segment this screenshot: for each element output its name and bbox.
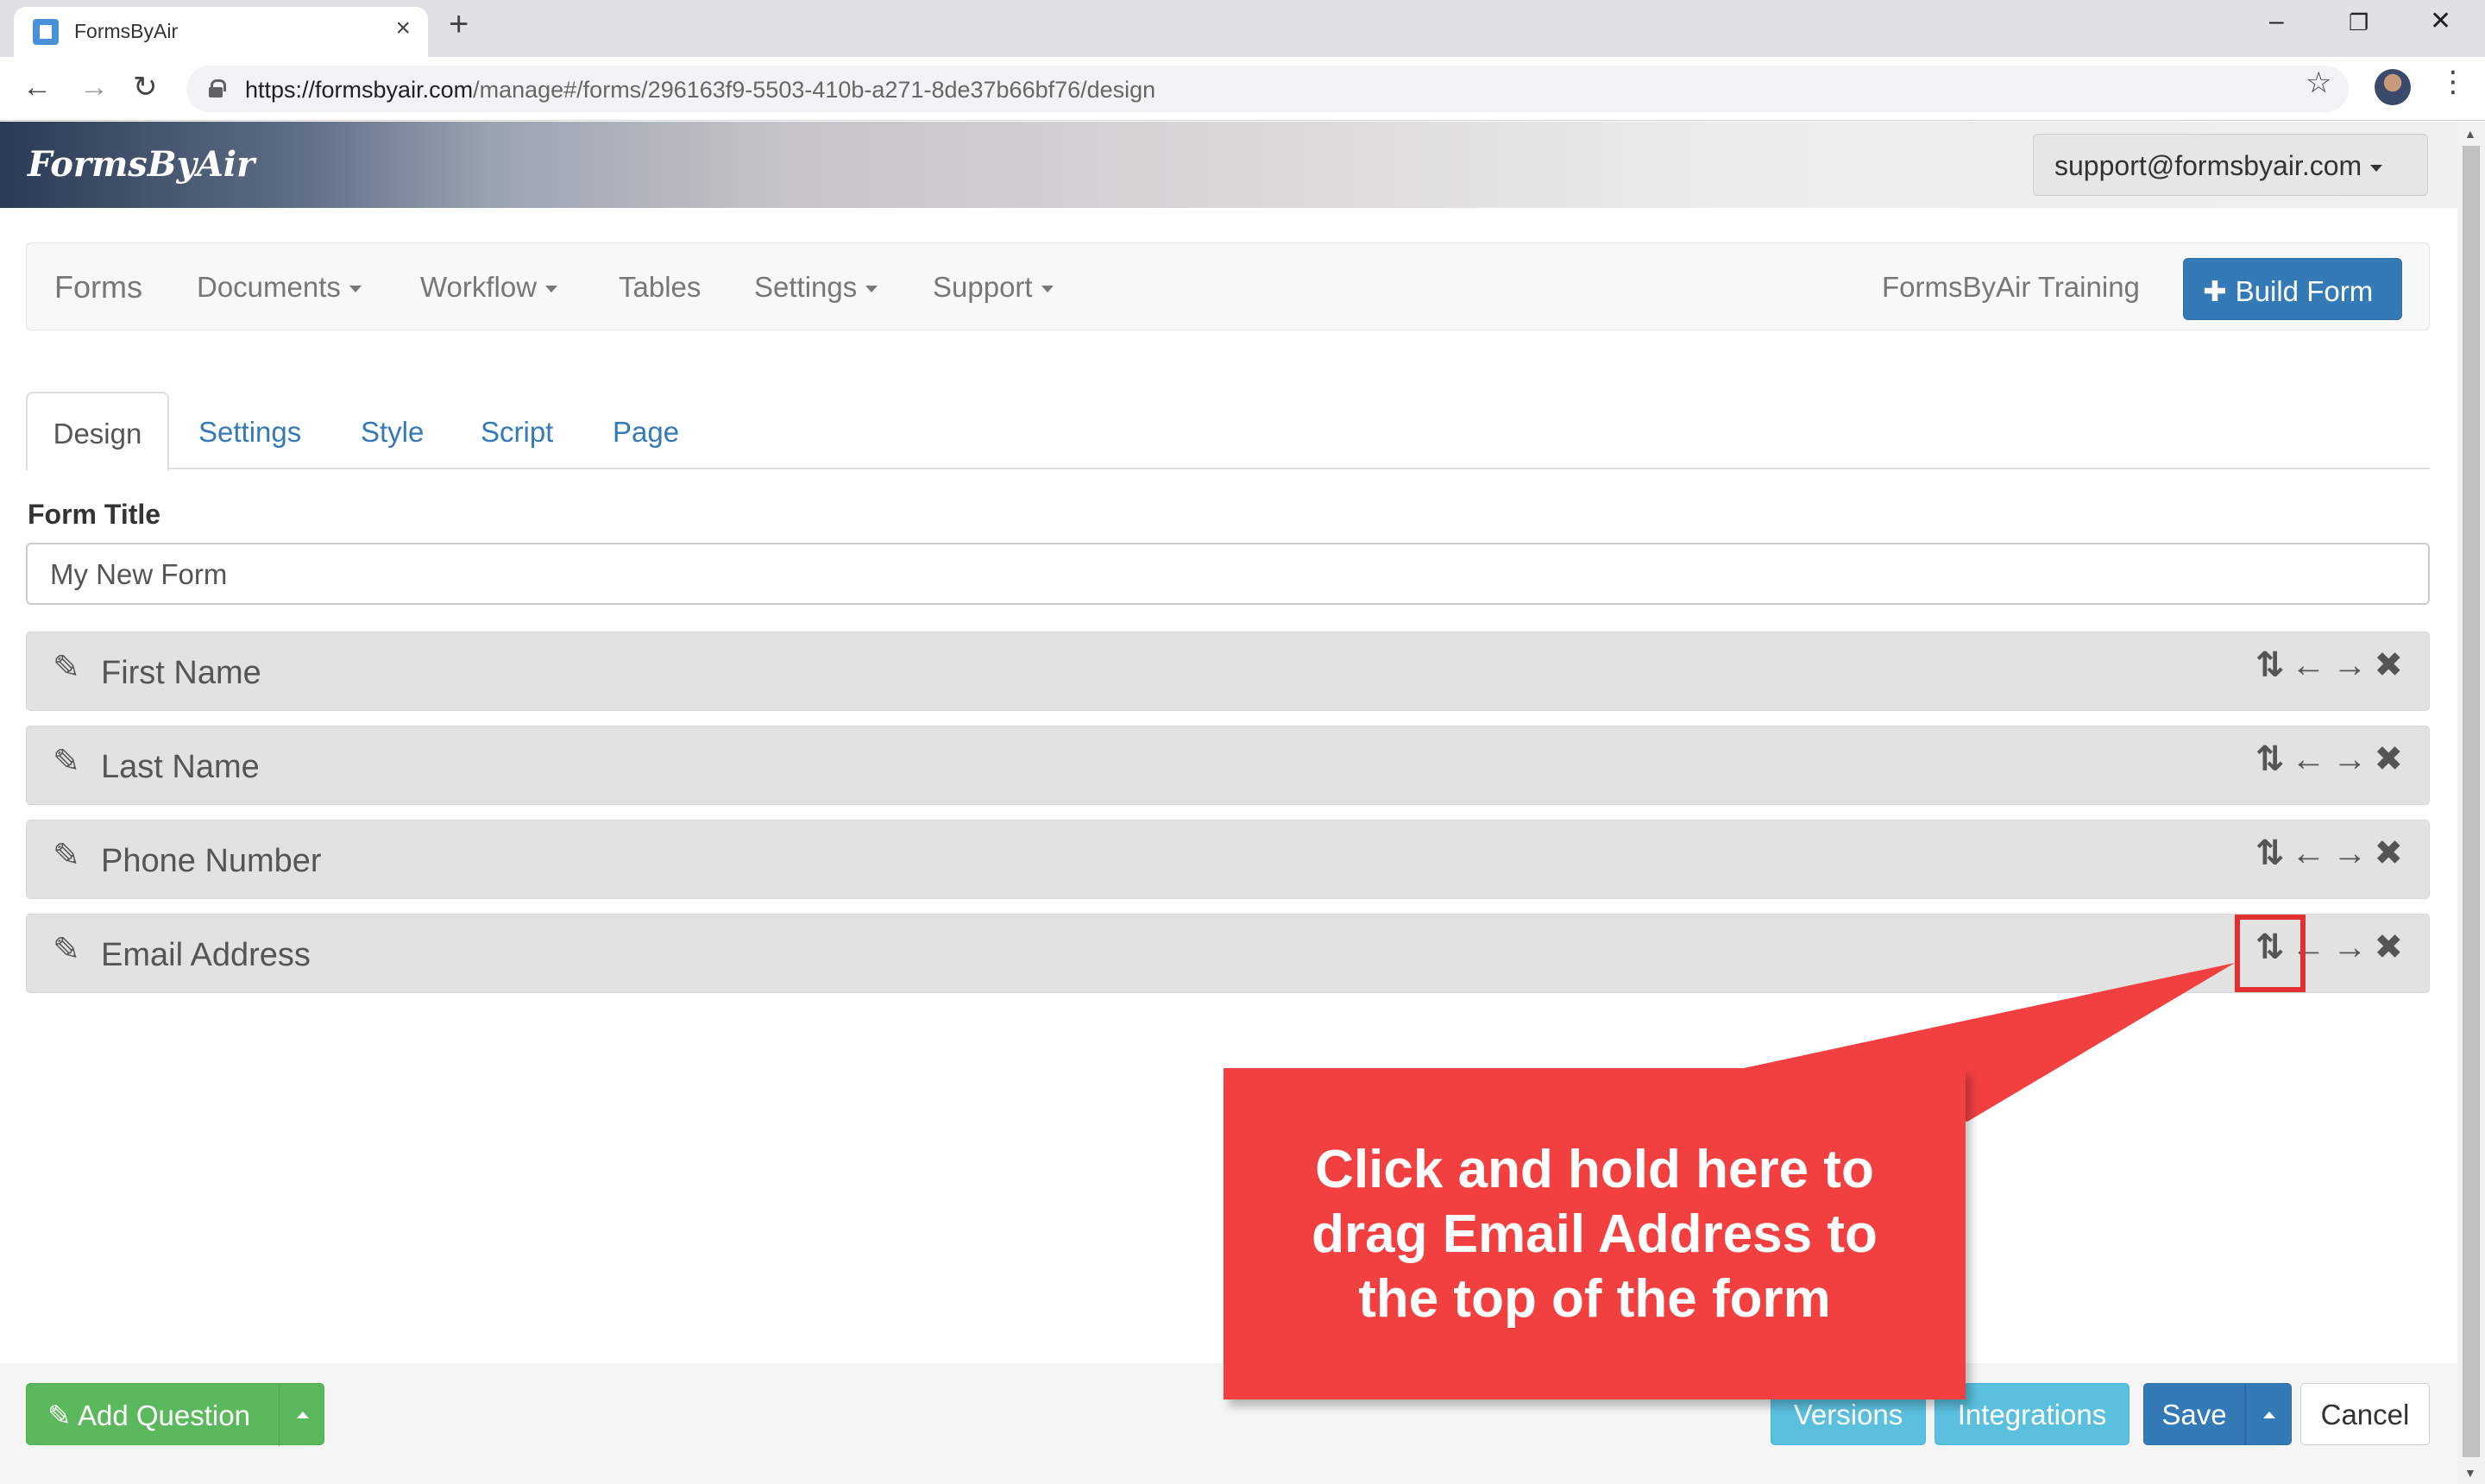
org-name[interactable]: FormsByAir Training — [1882, 271, 2140, 304]
add-question-dropdown[interactable] — [279, 1384, 325, 1446]
question-label: First Name — [101, 655, 261, 691]
address-bar[interactable]: https://formsbyair.com/manage#/forms/296… — [186, 66, 2349, 112]
profile-avatar[interactable] — [2375, 69, 2411, 105]
question-actions: ⇅ ← → ✖ — [2249, 836, 2403, 871]
minimize-icon[interactable]: – — [2269, 9, 2284, 35]
caret-down-icon — [865, 286, 878, 293]
back-icon[interactable]: ← — [22, 72, 52, 102]
forward-icon[interactable]: → — [79, 72, 109, 102]
question-row[interactable]: ✎ First Name ⇅ ← → ✖ — [26, 632, 2430, 711]
pencil-icon[interactable]: ✎ — [53, 745, 80, 778]
main-navbar: Forms Documents Workflow Tables Settings… — [26, 242, 2430, 330]
arrow-left-icon[interactable]: ← — [2291, 646, 2325, 684]
arrow-right-icon[interactable]: → — [2332, 646, 2367, 684]
build-form-label: Build Form — [2235, 275, 2374, 307]
pencil-icon[interactable]: ✎ — [53, 839, 80, 872]
arrow-left-icon[interactable]: ← — [2291, 740, 2325, 778]
cancel-button[interactable]: Cancel — [2300, 1383, 2430, 1445]
browser-menu-icon[interactable]: ⋮ — [2438, 67, 2468, 97]
pencil-icon[interactable]: ✎ — [53, 934, 80, 966]
lock-icon — [209, 79, 226, 97]
caret-down-icon — [545, 286, 558, 293]
save-dropdown[interactable] — [2245, 1383, 2292, 1445]
tab-style[interactable]: Style — [361, 392, 424, 469]
arrow-left-icon[interactable]: ← — [2291, 834, 2325, 872]
tab-script[interactable]: Script — [481, 392, 553, 469]
bookmark-star-icon[interactable]: ☆ — [2306, 66, 2331, 100]
account-email: support@formsbyair.com — [2054, 150, 2362, 181]
caret-up-icon — [297, 1412, 309, 1418]
browser-toolbar: ← → ↻ https://formsbyair.com/manage#/for… — [0, 57, 2485, 121]
app-logo[interactable]: FormsByAir — [28, 144, 255, 185]
remove-icon[interactable]: ✖ — [2374, 740, 2403, 778]
callout-line: drag Email Address to — [1312, 1204, 1878, 1264]
scrollbar-thumb[interactable] — [2463, 146, 2480, 1457]
url-text: https://formsbyair.com/manage#/forms/296… — [245, 77, 1156, 103]
arrow-right-icon[interactable]: → — [2332, 740, 2367, 778]
drag-handle-highlight — [2235, 915, 2306, 992]
remove-icon[interactable]: ✖ — [2374, 646, 2403, 684]
tab-design[interactable]: Design — [26, 392, 169, 471]
browser-tab[interactable]: FormsByAir × — [14, 7, 428, 57]
remove-icon[interactable]: ✖ — [2374, 928, 2403, 966]
reload-icon[interactable]: ↻ — [133, 72, 158, 102]
arrow-right-icon[interactable]: → — [2332, 928, 2367, 966]
caret-up-icon — [2263, 1412, 2275, 1418]
plus-icon: ✚ — [2203, 275, 2227, 307]
page-scrollbar[interactable]: ▲ ▼ — [2457, 122, 2485, 1484]
formsbyair-favicon-icon — [33, 19, 59, 45]
nav-support[interactable]: Support — [933, 271, 1054, 304]
callout-line: Click and hold here to — [1315, 1140, 1874, 1199]
form-title-input[interactable]: My New Form — [26, 543, 2430, 605]
form-tabs: Design Settings Style Script Page — [26, 392, 2430, 471]
caret-down-icon — [349, 286, 362, 293]
question-label: Phone Number — [101, 843, 322, 879]
arrow-right-icon[interactable]: → — [2332, 834, 2367, 872]
question-actions: ⇅ ← → ✖ — [2249, 742, 2403, 777]
move-vertical-icon[interactable]: ⇅ — [2255, 740, 2285, 778]
restore-icon[interactable]: ❐ — [2349, 11, 2369, 34]
move-vertical-icon[interactable]: ⇅ — [2255, 646, 2285, 684]
caret-down-icon — [2370, 164, 2383, 172]
question-row[interactable]: ✎ Last Name ⇅ ← → ✖ — [26, 726, 2430, 805]
callout-line: the top of the form — [1358, 1269, 1831, 1329]
add-question-button[interactable]: ✎ Add Question — [26, 1383, 325, 1446]
scroll-down-icon[interactable]: ▼ — [2464, 1466, 2476, 1480]
instruction-callout: Click and hold here to drag Email Addres… — [1224, 1068, 1966, 1399]
scroll-up-icon[interactable]: ▲ — [2464, 127, 2476, 141]
nav-settings[interactable]: Settings — [754, 271, 878, 304]
browser-tabstrip: FormsByAir × + – ❐ ✕ — [0, 0, 2485, 57]
form-title-label: Form Title — [28, 499, 161, 530]
tab-page[interactable]: Page — [613, 392, 679, 469]
build-form-button[interactable]: ✚ Build Form — [2183, 258, 2402, 320]
close-tab-icon[interactable]: × — [395, 16, 411, 41]
question-row[interactable]: ✎ Email Address ⇅ ← → ✖ — [26, 914, 2430, 993]
tab-settings[interactable]: Settings — [198, 392, 301, 469]
window-close-icon[interactable]: ✕ — [2430, 9, 2451, 35]
save-button[interactable]: Save — [2143, 1383, 2245, 1445]
nav-documents[interactable]: Documents — [197, 271, 362, 304]
move-vertical-icon[interactable]: ⇅ — [2255, 834, 2285, 872]
remove-icon[interactable]: ✖ — [2374, 834, 2403, 872]
question-label: Email Address — [101, 937, 311, 973]
nav-workflow[interactable]: Workflow — [420, 271, 558, 304]
account-dropdown[interactable]: support@formsbyair.com — [2033, 134, 2428, 196]
question-label: Last Name — [101, 749, 260, 785]
caret-down-icon — [1041, 286, 1054, 293]
add-question-label: ✎ Add Question — [47, 1399, 250, 1431]
new-tab-icon[interactable]: + — [449, 7, 469, 41]
question-row[interactable]: ✎ Phone Number ⇅ ← → ✖ — [26, 820, 2430, 899]
nav-forms[interactable]: Forms — [54, 269, 142, 305]
pencil-icon[interactable]: ✎ — [53, 651, 80, 684]
nav-tables[interactable]: Tables — [619, 271, 701, 304]
browser-tab-title: FormsByAir — [74, 20, 179, 42]
question-actions: ⇅ ← → ✖ — [2249, 648, 2403, 682]
app-header: FormsByAir support@formsbyair.com — [0, 122, 2457, 208]
